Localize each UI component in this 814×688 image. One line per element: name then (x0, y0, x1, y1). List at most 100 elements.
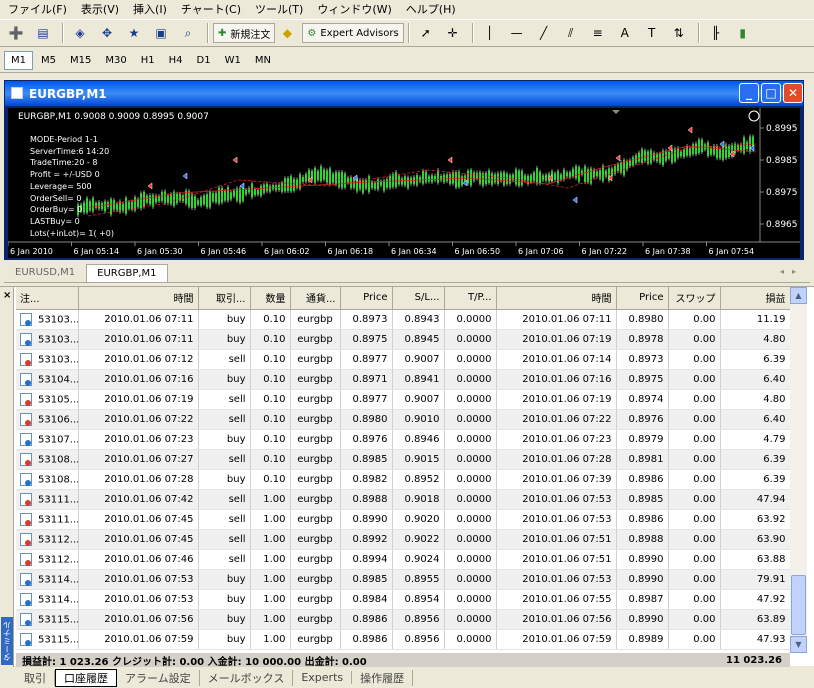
candle-body (716, 145, 718, 159)
favorites-icon[interactable]: ★ (122, 22, 146, 44)
menu-item[interactable]: ファイル(F) (4, 1, 77, 17)
scroll-up-icon[interactable]: ▲ (790, 287, 807, 304)
expert-advisors-button[interactable]: ⚙ Expert Advisors (302, 23, 404, 43)
table-row[interactable]: 53103... 2010.01.06 07:11 buy 0.10 eurgbp 0.8… (16, 309, 791, 330)
scroll-thumb[interactable] (791, 575, 806, 635)
terminal-tab[interactable]: メールボックス (200, 669, 294, 686)
terminal-tab[interactable]: 取引 (16, 669, 55, 686)
fibonacci-icon[interactable]: ≡ (586, 22, 610, 44)
table-row[interactable]: 53111... 2010.01.06 07:45 sell 1.00 eurgbp 0.… (16, 509, 791, 530)
menu-item[interactable]: ツール(T) (251, 1, 313, 17)
table-row[interactable]: 53115... 2010.01.06 07:59 buy 1.00 eurgbp 0.8… (16, 629, 791, 650)
column-header[interactable]: Price (340, 287, 393, 310)
candle-body (713, 145, 715, 155)
chart-shift-icon[interactable] (612, 110, 620, 114)
timeframe-h4-button[interactable]: H4 (163, 52, 189, 69)
timeframe-m30-button[interactable]: M30 (99, 52, 132, 69)
cell-order: 53108... (16, 449, 79, 470)
terminal-tab[interactable]: Experts (293, 671, 353, 684)
cell-close-price: 0.8987 (616, 589, 669, 610)
candle-body (395, 172, 397, 187)
candle-body (425, 171, 427, 183)
column-header[interactable]: S/L... (392, 287, 445, 310)
terminal-icon[interactable]: ▣ (149, 22, 173, 44)
arrows-icon[interactable]: ⇅ (667, 22, 691, 44)
chart-tab[interactable]: EURUSD,M1 (4, 263, 86, 282)
table-row[interactable]: 53106... 2010.01.06 07:22 sell 0.10 eurgbp 0.… (16, 409, 791, 430)
menu-item[interactable]: 表示(V) (77, 1, 129, 17)
candle-chart-icon[interactable]: ▮ (731, 22, 755, 44)
table-row[interactable]: 53111... 2010.01.06 07:42 sell 1.00 eurgbp 0.… (16, 489, 791, 510)
vertical-scrollbar[interactable]: ▲ ▼ (790, 287, 807, 653)
tab-scroll-arrows-icon[interactable]: ◂▸ (780, 267, 804, 276)
sell-order-icon (20, 512, 32, 526)
text-icon[interactable]: A (613, 22, 637, 44)
table-row[interactable]: 53112... 2010.01.06 07:45 sell 1.00 eurgbp 0.… (16, 529, 791, 550)
column-header[interactable]: 数量 (250, 287, 291, 310)
column-header[interactable]: スワップ (668, 287, 721, 310)
close-button[interactable]: ✕ (783, 83, 803, 103)
horizontal-line-icon[interactable]: — (505, 22, 529, 44)
menu-item[interactable]: ウィンドウ(W) (313, 1, 401, 17)
cursor-icon[interactable]: ➚ (414, 22, 438, 44)
trendline-icon[interactable]: ╱ (532, 22, 556, 44)
column-header[interactable]: Price (616, 287, 669, 310)
close-icon[interactable]: × (3, 290, 11, 301)
table-row[interactable]: 53104... 2010.01.06 07:16 buy 0.10 eurgbp 0.8… (16, 369, 791, 390)
column-header[interactable]: 注... (16, 287, 79, 310)
terminal-tab[interactable]: アラーム設定 (117, 669, 200, 686)
timeframe-m1-button[interactable]: M1 (4, 51, 33, 70)
column-header[interactable]: T/P... (444, 287, 497, 310)
column-header[interactable]: 時間 (496, 287, 617, 310)
table-row[interactable]: 53114... 2010.01.06 07:53 buy 1.00 eurgbp 0.8… (16, 569, 791, 590)
table-row[interactable]: 53107... 2010.01.06 07:23 buy 0.10 eurgbp 0.8… (16, 429, 791, 450)
bar-chart-icon[interactable]: ╟ (704, 22, 728, 44)
terminal-tab[interactable]: 操作履歴 (352, 669, 414, 686)
text-label-icon[interactable]: T (640, 22, 664, 44)
tester-icon[interactable]: ⌕ (176, 22, 200, 44)
table-row[interactable]: 53112... 2010.01.06 07:46 sell 1.00 eurgbp 0.… (16, 549, 791, 570)
timeframe-d1-button[interactable]: D1 (191, 52, 217, 69)
market-watch-icon[interactable]: ◈ (68, 22, 92, 44)
table-row[interactable]: 53103... 2010.01.06 07:11 buy 0.10 eurgbp 0.8… (16, 329, 791, 350)
minimize-button[interactable]: _ (739, 83, 759, 103)
column-header[interactable]: 取引... (198, 287, 251, 310)
menu-item[interactable]: チャート(C) (177, 1, 251, 17)
timeframe-w1-button[interactable]: W1 (219, 52, 247, 69)
metaeditor-icon[interactable]: ◆ (275, 22, 299, 44)
chart-tab[interactable]: EURGBP,M1 (86, 264, 168, 282)
table-row[interactable]: 53108... 2010.01.06 07:27 sell 0.10 eurgbp 0.… (16, 449, 791, 470)
price-chart[interactable]: 0.8995 0.8985 0.8975 0.8965 6 Jan 2010 6 Jan … (8, 108, 800, 258)
new-chart-icon[interactable]: ➕ (4, 22, 28, 44)
scroll-down-icon[interactable]: ▼ (790, 636, 807, 653)
chart-window-titlebar[interactable]: EURGBP,M1 _ □ ✕ (5, 81, 803, 106)
table-row[interactable]: 53114... 2010.01.06 07:53 buy 1.00 eurgbp 0.8… (16, 589, 791, 610)
terminal-tab[interactable]: 口座履歴 (55, 668, 117, 687)
maximize-button[interactable]: □ (761, 83, 781, 103)
menu-item[interactable]: 挿入(I) (129, 1, 177, 17)
table-row[interactable]: 53115... 2010.01.06 07:56 buy 1.00 eurgbp 0.8… (16, 609, 791, 630)
profiles-icon[interactable]: ▤ (31, 22, 55, 44)
column-header[interactable]: 通貨... (290, 287, 341, 310)
crosshair-icon[interactable]: ✛ (441, 22, 465, 44)
order-ticket: 53108... (38, 474, 78, 485)
channel-icon[interactable]: ⫽ (559, 22, 583, 44)
time-label: 6 Jan 05:14 (74, 247, 120, 256)
table-row[interactable]: 53103... 2010.01.06 07:12 sell 0.10 eurgbp 0.… (16, 349, 791, 370)
timeframe-m15-button[interactable]: M15 (64, 52, 97, 69)
timeframe-mn-button[interactable]: MN (249, 52, 277, 69)
table-row[interactable]: 53108... 2010.01.06 07:28 buy 0.10 eurgbp 0.8… (16, 469, 791, 490)
new-order-button[interactable]: ✚ 新規注文 (213, 23, 276, 43)
timeframe-m5-button[interactable]: M5 (35, 52, 62, 69)
candle-body (284, 178, 286, 192)
vertical-line-icon[interactable]: │ (478, 22, 502, 44)
timeframe-h1-button[interactable]: H1 (135, 52, 161, 69)
menu-item[interactable]: ヘルプ(H) (402, 1, 466, 17)
cell-lots: 0.10 (250, 369, 291, 390)
column-header[interactable]: 時間 (78, 287, 199, 310)
navigator-icon[interactable]: ✥ (95, 22, 119, 44)
cell-price: 0.8985 (340, 449, 393, 470)
column-header[interactable]: 損益 (720, 287, 791, 310)
candle-body (188, 191, 190, 207)
table-row[interactable]: 53105... 2010.01.06 07:19 sell 0.10 eurgbp 0.… (16, 389, 791, 410)
